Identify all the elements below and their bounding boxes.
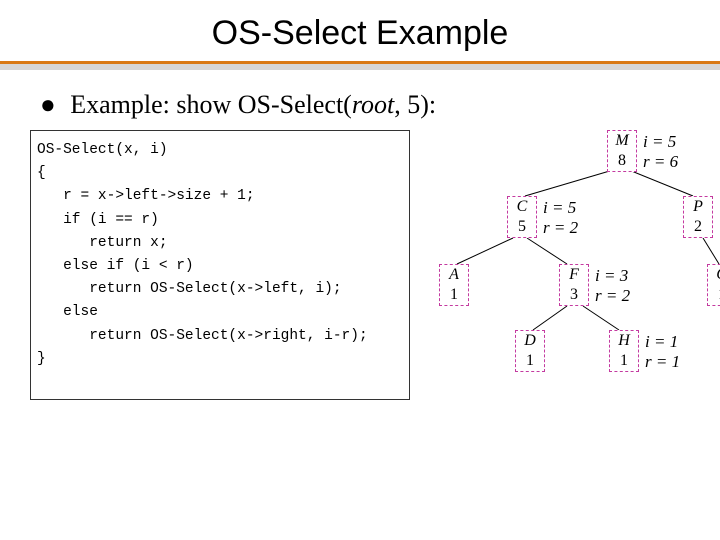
bullet-suffix: , 5): bbox=[394, 90, 436, 119]
ann-H: i = 1 r = 1 bbox=[645, 332, 680, 373]
code-line: if (i == r) bbox=[37, 212, 159, 228]
code-line: } bbox=[37, 351, 46, 367]
node-key: Q bbox=[708, 265, 720, 285]
ann-F: i = 3 r = 2 bbox=[595, 266, 630, 307]
node-size: 1 bbox=[516, 351, 544, 371]
bullet-prefix: Example: show OS-Select( bbox=[70, 90, 352, 119]
ann-r: r = 6 bbox=[643, 152, 678, 172]
node-size: 3 bbox=[560, 285, 588, 305]
node-key: H bbox=[610, 331, 638, 351]
node-key: P bbox=[684, 197, 712, 217]
tree-node-F: F 3 bbox=[559, 264, 589, 306]
tree-node-H: H 1 bbox=[609, 330, 639, 372]
code-line: else bbox=[37, 304, 98, 320]
tree-node-D: D 1 bbox=[515, 330, 545, 372]
ann-C: i = 5 r = 2 bbox=[543, 198, 578, 239]
tree-node-M: M 8 bbox=[607, 130, 637, 172]
bullet-icon: ● bbox=[40, 90, 56, 119]
code-line: OS-Select(x, i) bbox=[37, 142, 168, 158]
node-size: 1 bbox=[440, 285, 468, 305]
node-key: M bbox=[608, 131, 636, 151]
node-key: A bbox=[440, 265, 468, 285]
code-line: return OS-Select(x->left, i); bbox=[37, 281, 342, 297]
slide-title: OS-Select Example bbox=[0, 14, 720, 53]
content-row: OS-Select(x, i) { r = x->left->size + 1;… bbox=[30, 130, 700, 420]
tree-node-P: P 2 bbox=[683, 196, 713, 238]
bullet-line: ● Example: show OS-Select(root, 5): bbox=[40, 90, 720, 120]
tree-node-C: C 5 bbox=[507, 196, 537, 238]
tree-node-Q: Q 1 bbox=[707, 264, 720, 306]
tree-node-A: A 1 bbox=[439, 264, 469, 306]
ann-i: i = 5 bbox=[543, 198, 578, 218]
ann-r: r = 1 bbox=[645, 352, 680, 372]
code-line: r = x->left->size + 1; bbox=[37, 188, 255, 204]
title-rule-shadow bbox=[0, 64, 720, 70]
ann-i: i = 3 bbox=[595, 266, 630, 286]
node-size: 2 bbox=[684, 217, 712, 237]
node-size: 5 bbox=[508, 217, 536, 237]
node-size: 1 bbox=[610, 351, 638, 371]
code-box: OS-Select(x, i) { r = x->left->size + 1;… bbox=[30, 130, 410, 400]
node-key: C bbox=[508, 197, 536, 217]
ann-M: i = 5 r = 6 bbox=[643, 132, 678, 173]
node-size: 1 bbox=[708, 285, 720, 305]
tree-diagram: M 8 i = 5 r = 6 C 5 i = 5 r = 2 P 2 A 1 … bbox=[415, 130, 720, 410]
ann-i: i = 1 bbox=[645, 332, 680, 352]
bullet-root: root bbox=[352, 90, 394, 119]
code-line: else if (i < r) bbox=[37, 258, 194, 274]
ann-r: r = 2 bbox=[543, 218, 578, 238]
ann-r: r = 2 bbox=[595, 286, 630, 306]
node-key: F bbox=[560, 265, 588, 285]
code-line: return x; bbox=[37, 235, 168, 251]
ann-i: i = 5 bbox=[643, 132, 678, 152]
code-line: return OS-Select(x->right, i-r); bbox=[37, 328, 368, 344]
node-key: D bbox=[516, 331, 544, 351]
code-line: { bbox=[37, 165, 46, 181]
node-size: 8 bbox=[608, 151, 636, 171]
